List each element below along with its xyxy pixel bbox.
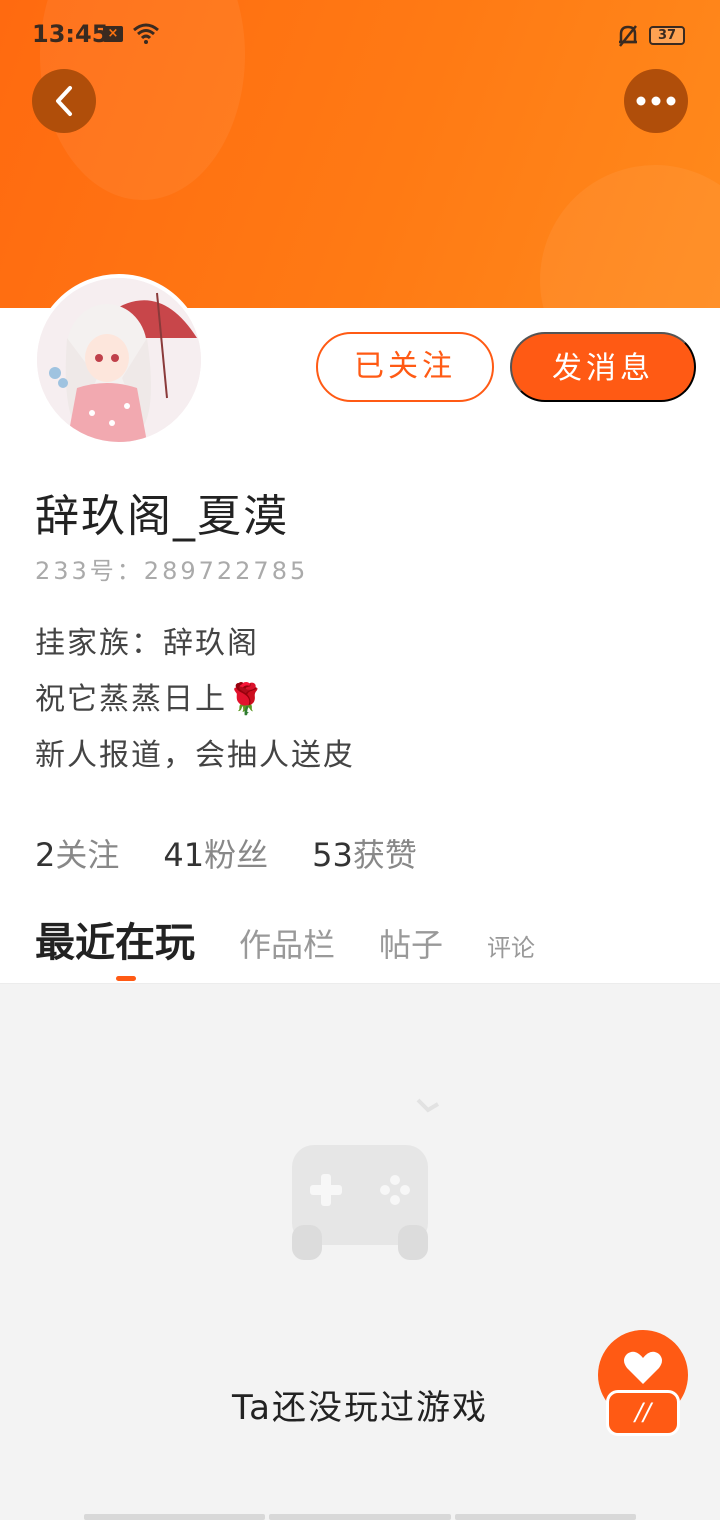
status-time: 13:45 — [32, 20, 109, 48]
fans-label: 粉丝 — [204, 836, 269, 874]
banner-decoration — [540, 165, 720, 310]
avatar[interactable] — [33, 274, 205, 446]
following-count: 2 — [35, 836, 56, 874]
status-bar: 13:45 × 37 — [0, 18, 720, 58]
user-id: 233号：289722785 — [35, 557, 309, 585]
send-message-button[interactable]: 发消息 — [510, 332, 696, 402]
active-tab-indicator — [116, 976, 136, 981]
divider-segment — [84, 1514, 266, 1520]
following-label: 关注 — [55, 836, 120, 874]
heart-icon — [624, 1351, 662, 1384]
fans-count: 41 — [163, 836, 205, 874]
gamepad-icon — [292, 1098, 440, 1260]
divider-segment — [454, 1514, 636, 1520]
more-dots-icon — [636, 96, 676, 106]
battery-indicator: 37 — [649, 26, 685, 45]
following-button[interactable]: 已关注 — [316, 332, 494, 402]
tab-posts[interactable]: 帖子 — [379, 920, 443, 966]
bio-line: 新人报道，会抽人送皮 — [35, 738, 355, 773]
avatar-illustration — [37, 278, 201, 442]
bio: 挂家族：辞玖阁 祝它蒸蒸日上🌹 新人报道，会抽人送皮 — [35, 616, 355, 784]
bio-line: 挂家族：辞玖阁 — [35, 626, 259, 661]
divider-segment — [269, 1514, 451, 1520]
following-stat[interactable]: 2关注 — [35, 830, 119, 876]
mute-bell-icon — [619, 25, 637, 47]
more-options-button[interactable] — [624, 69, 688, 133]
notification-icon: × — [103, 26, 123, 42]
tab-comments[interactable]: 评论 — [487, 928, 535, 963]
profile-stats: 2关注 41粉丝 53获赞 — [35, 830, 417, 876]
tab-works[interactable]: 作品栏 — [239, 920, 335, 966]
profile-tabs: 最近在玩 作品栏 帖子 评论 — [35, 910, 579, 970]
floating-badge-button[interactable]: // — [598, 1330, 688, 1440]
fans-stat[interactable]: 41粉丝 — [163, 830, 268, 876]
likes-label: 获赞 — [352, 836, 417, 874]
bottom-divider — [84, 1514, 636, 1520]
floating-pill-label: // — [606, 1390, 680, 1436]
likes-count: 53 — [312, 836, 353, 874]
bio-line: 祝它蒸蒸日上🌹 — [35, 682, 267, 717]
back-button[interactable] — [32, 69, 96, 133]
likes-stat: 53获赞 — [312, 830, 417, 876]
chevron-left-icon — [56, 86, 72, 116]
username: 辞玖阁_夏漠 — [35, 491, 289, 542]
wifi-icon — [133, 23, 159, 44]
tab-recently-played[interactable]: 最近在玩 — [35, 910, 195, 968]
